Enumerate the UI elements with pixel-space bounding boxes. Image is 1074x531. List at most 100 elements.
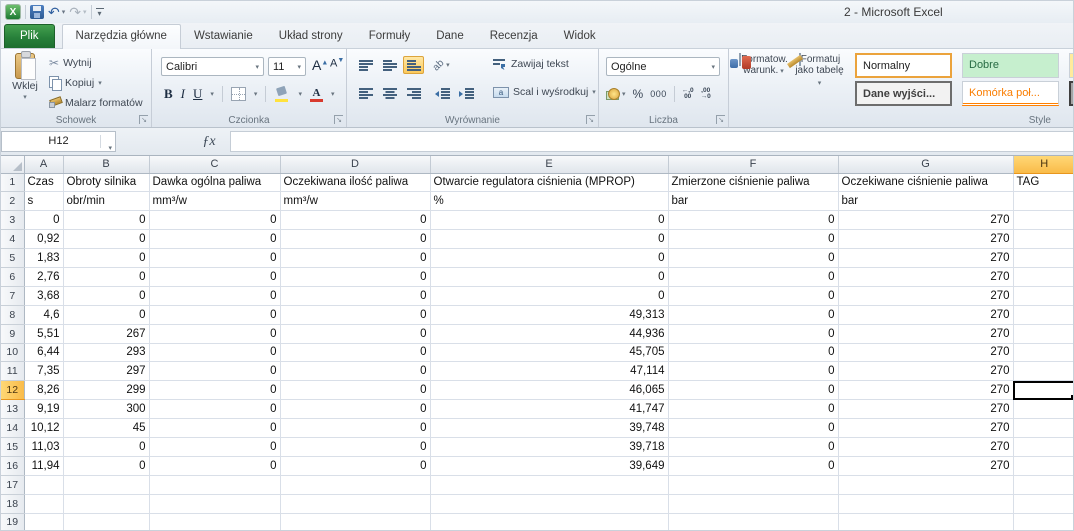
cell-B2[interactable]: obr/min: [63, 192, 149, 211]
cell-G19[interactable]: [838, 513, 1013, 531]
cell-G9[interactable]: 270: [838, 324, 1013, 343]
cell-A3[interactable]: 0: [24, 211, 63, 230]
cell-F14[interactable]: 0: [668, 419, 838, 438]
tab-plik[interactable]: Plik: [4, 24, 55, 48]
cell-F4[interactable]: 0: [668, 230, 838, 249]
cell-C19[interactable]: [149, 513, 280, 531]
cell-G13[interactable]: 270: [838, 400, 1013, 419]
cell-E7[interactable]: 0: [430, 286, 668, 305]
cell-F11[interactable]: 0: [668, 362, 838, 381]
cell-H8[interactable]: [1013, 305, 1074, 324]
column-header-D[interactable]: D: [280, 156, 430, 173]
cell-style-ko[interactable]: Ko: [1069, 81, 1074, 106]
cell-F16[interactable]: 0: [668, 456, 838, 475]
cell-G5[interactable]: 270: [838, 249, 1013, 268]
cell-A16[interactable]: 11,94: [24, 456, 63, 475]
cell-B17[interactable]: [63, 475, 149, 494]
cell-B8[interactable]: 0: [63, 305, 149, 324]
cell-F9[interactable]: 0: [668, 324, 838, 343]
cell-A14[interactable]: 10,12: [24, 419, 63, 438]
cell-E15[interactable]: 39,718: [430, 437, 668, 456]
cell-G17[interactable]: [838, 475, 1013, 494]
cell-E10[interactable]: 45,705: [430, 343, 668, 362]
decrease-indent-button[interactable]: [432, 84, 453, 102]
merge-center-button[interactable]: a Scal i wyśrodkuj ▾: [493, 86, 596, 98]
cell-F15[interactable]: 0: [668, 437, 838, 456]
cell-A6[interactable]: 2,76: [24, 267, 63, 286]
cell-F13[interactable]: 0: [668, 400, 838, 419]
cell-F3[interactable]: 0: [668, 211, 838, 230]
cell-C7[interactable]: 0: [149, 286, 280, 305]
cell-B3[interactable]: 0: [63, 211, 149, 230]
cell-H10[interactable]: [1013, 343, 1074, 362]
cell-E13[interactable]: 41,747: [430, 400, 668, 419]
number-format-select[interactable]: Ogólne▾: [606, 57, 720, 76]
cell-A19[interactable]: [24, 513, 63, 531]
cell-B14[interactable]: 45: [63, 419, 149, 438]
cell-A11[interactable]: 7,35: [24, 362, 63, 381]
cell-C6[interactable]: 0: [149, 267, 280, 286]
cell-G11[interactable]: 270: [838, 362, 1013, 381]
align-left-button[interactable]: [355, 84, 376, 102]
cell-H14[interactable]: [1013, 419, 1074, 438]
cell-G8[interactable]: 270: [838, 305, 1013, 324]
cell-G16[interactable]: 270: [838, 456, 1013, 475]
cell-C1[interactable]: Dawka ogólna paliwa: [149, 173, 280, 192]
cell-F7[interactable]: 0: [668, 286, 838, 305]
cell-C17[interactable]: [149, 475, 280, 494]
format-painter-button[interactable]: Malarz formatów: [49, 94, 143, 111]
font-color-dropdown-icon[interactable]: ▾: [331, 90, 335, 98]
cell-A18[interactable]: [24, 494, 63, 513]
tab-formuly[interactable]: Formuły: [356, 25, 424, 48]
row-header-12[interactable]: 12: [1, 381, 24, 400]
cell-D4[interactable]: 0: [280, 230, 430, 249]
cell-H4[interactable]: [1013, 230, 1074, 249]
cell-B9[interactable]: 267: [63, 324, 149, 343]
cell-F18[interactable]: [668, 494, 838, 513]
number-dialog-launcher-icon[interactable]: ↘: [716, 115, 725, 124]
cell-A17[interactable]: [24, 475, 63, 494]
row-header-11[interactable]: 11: [1, 362, 24, 381]
cell-D11[interactable]: 0: [280, 362, 430, 381]
cell-G10[interactable]: 270: [838, 343, 1013, 362]
cell-G2[interactable]: bar: [838, 192, 1013, 211]
cell-D18[interactable]: [280, 494, 430, 513]
cell-E5[interactable]: 0: [430, 249, 668, 268]
column-header-B[interactable]: B: [63, 156, 149, 173]
copy-button[interactable]: Kopiuj ▾: [49, 74, 102, 91]
cell-A2[interactable]: s: [24, 192, 63, 211]
cell-E18[interactable]: [430, 494, 668, 513]
cell-D8[interactable]: 0: [280, 305, 430, 324]
cell-D9[interactable]: 0: [280, 324, 430, 343]
conditional-formatting-button[interactable]: Formatow. warunk. ▾: [737, 54, 790, 77]
cell-D1[interactable]: Oczekiwana ilość paliwa: [280, 173, 430, 192]
cell-F17[interactable]: [668, 475, 838, 494]
row-header-1[interactable]: 1: [1, 173, 24, 192]
copy-dropdown-icon[interactable]: ▾: [98, 79, 102, 87]
row-header-17[interactable]: 17: [1, 475, 24, 494]
cell-C5[interactable]: 0: [149, 249, 280, 268]
clipboard-dialog-launcher-icon[interactable]: ↘: [139, 115, 148, 124]
align-middle-button[interactable]: [379, 56, 400, 74]
cell-F12[interactable]: 0: [668, 381, 838, 400]
cell-D17[interactable]: [280, 475, 430, 494]
cell-H6[interactable]: [1013, 267, 1074, 286]
orientation-button[interactable]: ab▾: [433, 60, 450, 71]
cell-style-kom-rka-po-[interactable]: Komórka poł...: [962, 81, 1059, 106]
cell-F6[interactable]: 0: [668, 267, 838, 286]
fx-icon[interactable]: ƒx: [194, 134, 224, 150]
cell-B4[interactable]: 0: [63, 230, 149, 249]
cell-H1[interactable]: TAG: [1013, 173, 1074, 192]
cell-E2[interactable]: %: [430, 192, 668, 211]
qat-customize-icon[interactable]: ▾: [96, 8, 104, 16]
align-center-button[interactable]: [379, 84, 400, 102]
cell-C12[interactable]: 0: [149, 381, 280, 400]
cell-style-dobre[interactable]: Dobre: [962, 53, 1059, 78]
cell-F1[interactable]: Zmierzone ciśnienie paliwa: [668, 173, 838, 192]
cell-H17[interactable]: [1013, 475, 1074, 494]
row-header-13[interactable]: 13: [1, 400, 24, 419]
cell-G12[interactable]: 270: [838, 381, 1013, 400]
row-header-4[interactable]: 4: [1, 230, 24, 249]
row-header-10[interactable]: 10: [1, 343, 24, 362]
row-header-8[interactable]: 8: [1, 305, 24, 324]
